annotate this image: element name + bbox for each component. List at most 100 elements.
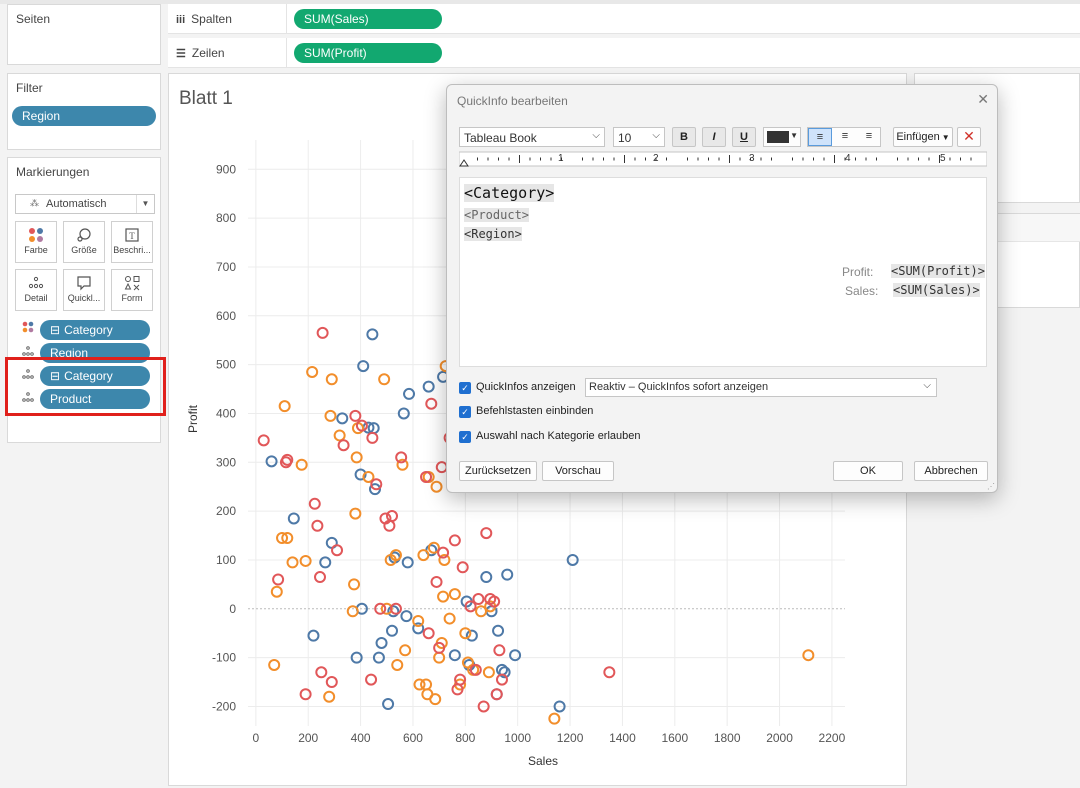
bold-button[interactable]: B <box>672 127 696 147</box>
data-point[interactable] <box>325 676 338 689</box>
data-point[interactable] <box>314 571 327 584</box>
text-color-button[interactable]: ▼ <box>763 127 801 147</box>
rows-pill-sum-profit[interactable]: SUM(Profit) <box>294 43 442 63</box>
data-point[interactable] <box>391 658 404 671</box>
data-point[interactable] <box>420 678 433 691</box>
data-point[interactable] <box>337 439 350 452</box>
shape-button[interactable]: Form <box>111 269 153 311</box>
ok-button[interactable]: OK <box>833 461 903 481</box>
close-icon[interactable]: ✕ <box>977 91 989 108</box>
resize-grip-icon[interactable]: ⋰ <box>987 482 995 491</box>
data-point[interactable] <box>548 712 561 725</box>
tooltip-mode-select[interactable]: Reaktiv – QuickInfos sofort anzeigen ⌵ <box>585 378 937 397</box>
data-point[interactable] <box>311 519 324 532</box>
font-size-select[interactable]: 10 ⌵ <box>613 127 665 147</box>
data-point[interactable] <box>349 507 362 520</box>
data-point[interactable] <box>331 544 344 557</box>
data-point[interactable] <box>448 534 461 547</box>
data-point[interactable] <box>270 585 283 598</box>
data-point[interactable] <box>425 397 438 410</box>
data-point[interactable] <box>509 649 522 662</box>
data-point[interactable] <box>417 549 430 562</box>
data-point[interactable] <box>399 644 412 657</box>
data-point[interactable] <box>319 556 332 569</box>
tooltip-button[interactable]: Quickl... <box>63 269 105 311</box>
pages-card[interactable]: Seiten <box>7 4 161 65</box>
data-point[interactable] <box>448 649 461 662</box>
color-button[interactable]: Farbe <box>15 221 57 263</box>
tooltip-text-editor[interactable]: <Category> <Product> <Region> Profit: <S… <box>459 177 987 367</box>
align-center-icon[interactable]: ≡ <box>833 128 857 146</box>
data-point[interactable] <box>336 412 349 425</box>
filter-pill-region[interactable]: Region <box>12 106 156 126</box>
data-point[interactable] <box>365 673 378 686</box>
data-point[interactable] <box>490 688 503 701</box>
data-point[interactable] <box>299 688 312 701</box>
data-point[interactable] <box>286 556 299 569</box>
preview-button[interactable]: Vorschau <box>542 461 614 481</box>
data-point[interactable] <box>386 510 399 523</box>
columns-pill-sum-sales[interactable]: SUM(Sales) <box>294 9 442 29</box>
data-point[interactable] <box>482 666 495 679</box>
data-point[interactable] <box>378 373 391 386</box>
rows-shelf[interactable]: ☰ Zeilen SUM(Profit) <box>168 38 1080 68</box>
data-point[interactable] <box>323 690 336 703</box>
data-point[interactable] <box>472 593 485 606</box>
data-point[interactable] <box>366 328 379 341</box>
detail-button[interactable]: Detail <box>15 269 57 311</box>
data-point[interactable] <box>492 624 505 637</box>
data-point[interactable] <box>802 649 815 662</box>
data-point[interactable] <box>480 571 493 584</box>
include-commands-checkbox[interactable]: ✓ <box>459 406 471 418</box>
data-point[interactable] <box>315 666 328 679</box>
data-point[interactable] <box>400 610 413 623</box>
data-point[interactable] <box>448 588 461 601</box>
data-point[interactable] <box>443 612 456 625</box>
data-point[interactable] <box>501 568 514 581</box>
data-point[interactable] <box>401 556 414 569</box>
data-point[interactable] <box>316 326 329 339</box>
data-point[interactable] <box>429 693 442 706</box>
data-point[interactable] <box>422 627 435 640</box>
data-point[interactable] <box>430 575 443 588</box>
data-point[interactable] <box>412 615 425 628</box>
data-point[interactable] <box>268 658 281 671</box>
data-point[interactable] <box>437 590 450 603</box>
data-point[interactable] <box>386 624 399 637</box>
data-point[interactable] <box>357 360 370 373</box>
allow-selection-checkbox[interactable]: ✓ <box>459 431 471 443</box>
insert-button[interactable]: Einfügen ▼ <box>893 127 953 147</box>
data-point[interactable] <box>480 527 493 540</box>
data-point[interactable] <box>287 512 300 525</box>
underline-button[interactable]: U <box>732 127 756 147</box>
label-button[interactable]: T Beschri... <box>111 221 153 263</box>
mark-field-category-color[interactable]: ⊟ Category <box>40 320 150 340</box>
data-point[interactable] <box>375 636 388 649</box>
data-point[interactable] <box>465 629 478 642</box>
data-point[interactable] <box>257 434 270 447</box>
expand-icon[interactable]: ⊟ <box>50 323 60 337</box>
size-button[interactable]: Größe <box>63 221 105 263</box>
data-point[interactable] <box>295 458 308 471</box>
data-point[interactable] <box>493 644 506 657</box>
data-point[interactable] <box>265 455 278 468</box>
data-point[interactable] <box>348 578 361 591</box>
mark-type-dropdown[interactable]: ⁂ Automatisch ▼ <box>15 194 155 214</box>
data-point[interactable] <box>272 573 285 586</box>
data-point[interactable] <box>308 497 321 510</box>
data-point[interactable] <box>307 629 320 642</box>
align-right-icon[interactable]: ≡ <box>857 128 881 146</box>
data-point[interactable] <box>387 605 400 618</box>
align-left-icon[interactable]: ≡ <box>808 128 832 146</box>
data-point[interactable] <box>325 373 338 386</box>
data-point[interactable] <box>349 409 362 422</box>
data-point[interactable] <box>299 554 312 567</box>
columns-shelf[interactable]: iii Spalten SUM(Sales) <box>168 4 1080 34</box>
data-point[interactable] <box>430 480 443 493</box>
cancel-button[interactable]: Abbrechen <box>914 461 988 481</box>
data-point[interactable] <box>495 663 508 676</box>
data-point[interactable] <box>278 400 291 413</box>
data-point[interactable] <box>366 431 379 444</box>
clear-button[interactable]: ✕ <box>957 127 981 147</box>
data-point[interactable] <box>324 409 337 422</box>
